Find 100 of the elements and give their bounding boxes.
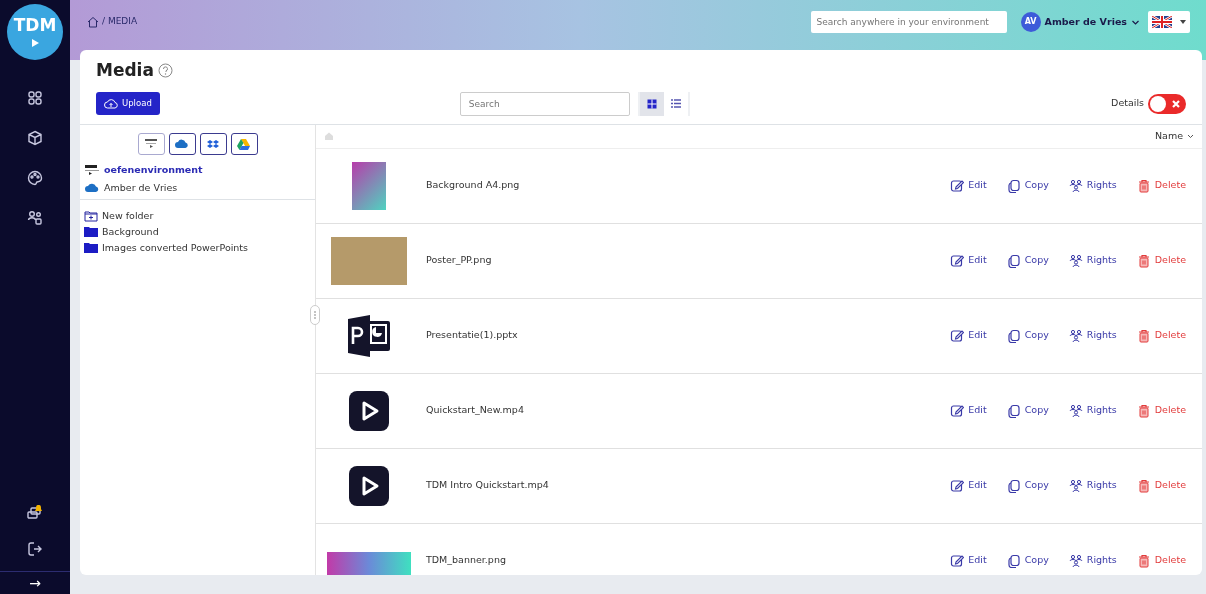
file-name: Background A4.png [426, 178, 520, 193]
tdm-logo-icon [143, 136, 159, 151]
delete-button[interactable]: Delete [1136, 328, 1186, 343]
people-icon [1068, 403, 1083, 418]
delete-button[interactable]: Delete [1136, 253, 1186, 268]
copy-button[interactable]: Copy [1006, 328, 1049, 343]
language-selector[interactable] [1148, 11, 1190, 33]
rights-button[interactable]: Rights [1068, 478, 1117, 493]
presentation-file-icon [345, 312, 392, 359]
cloud-upload-icon [104, 97, 118, 110]
trash-icon [1136, 403, 1151, 418]
breadcrumb[interactable]: / MEDIA [102, 15, 138, 29]
cloud-icon [84, 181, 100, 194]
edit-icon [950, 328, 965, 343]
delete-button[interactable]: Delete [1136, 178, 1186, 193]
rights-button[interactable]: Rights [1068, 178, 1117, 193]
cube-icon[interactable] [27, 130, 43, 146]
file-name: Poster_PP.png [426, 253, 492, 268]
edit-icon [950, 253, 965, 268]
edit-button[interactable]: Edit [950, 403, 987, 418]
folder-icon [84, 242, 98, 255]
copy-icon [1006, 553, 1021, 568]
grid-view-button[interactable] [639, 91, 664, 116]
storage-source-button[interactable] [199, 132, 227, 155]
notification-icon[interactable] [26, 503, 44, 521]
edit-icon [950, 178, 965, 193]
drive-icon [236, 136, 252, 151]
rights-button[interactable]: Rights [1068, 403, 1117, 418]
storage-source-button[interactable] [168, 132, 196, 155]
edit-icon [950, 403, 965, 418]
edit-button[interactable]: Edit [950, 478, 987, 493]
caret-icon [1180, 20, 1186, 24]
search-field[interactable]: Search anywhere in your environment [810, 11, 1007, 33]
storage-source-button[interactable] [137, 132, 165, 155]
user-menu[interactable]: AV Amber de Vries [1020, 12, 1140, 32]
folder-icon [84, 226, 98, 239]
resize-handle[interactable] [310, 304, 320, 325]
copy-button[interactable]: Copy [1006, 178, 1049, 193]
trash-icon [1136, 253, 1151, 268]
help-icon[interactable] [157, 63, 173, 79]
storage-source-button[interactable] [230, 132, 258, 155]
home-icon[interactable] [86, 15, 100, 29]
edit-button[interactable]: Edit [950, 253, 987, 268]
copy-icon [1006, 178, 1021, 193]
delete-button[interactable]: Delete [1136, 478, 1186, 493]
edit-button[interactable]: Edit [950, 328, 987, 343]
rights-button[interactable]: Rights [1068, 553, 1117, 568]
copy-icon [1006, 478, 1021, 493]
sort-dropdown[interactable]: Name [1154, 128, 1194, 144]
account-item[interactable]: oefenenvironment [84, 162, 311, 177]
folder-item[interactable]: Images converted PowerPoints [84, 240, 311, 257]
people-icon [1068, 328, 1083, 343]
image-thumbnail [351, 161, 386, 210]
trash-icon [1136, 553, 1151, 568]
delete-button[interactable]: Delete [1136, 553, 1186, 568]
close-icon [1171, 98, 1181, 109]
file-name: TDM Intro Quickstart.mp4 [426, 478, 549, 493]
copy-icon [1006, 328, 1021, 343]
delete-button[interactable]: Delete [1136, 403, 1186, 418]
edit-button[interactable]: Edit [950, 553, 987, 568]
trash-icon [1136, 328, 1151, 343]
trash-icon [1136, 178, 1151, 193]
copy-icon [1006, 253, 1021, 268]
file-name: TDM_banner.png [426, 553, 506, 568]
users-icon[interactable] [27, 210, 43, 226]
file-name: Presentatie(1).pptx [426, 328, 518, 343]
folder-item[interactable]: New folder [84, 208, 311, 225]
details-label: Details [1111, 96, 1144, 111]
flag-icon [1152, 16, 1172, 28]
logout-icon[interactable] [27, 541, 43, 557]
edit-icon [950, 553, 965, 568]
search-field[interactable]: Search [459, 91, 630, 116]
edit-button[interactable]: Edit [950, 178, 987, 193]
rights-button[interactable]: Rights [1068, 328, 1117, 343]
play-icon [30, 37, 40, 48]
people-icon [1068, 478, 1083, 493]
palette-icon[interactable] [27, 170, 43, 186]
people-icon [1068, 178, 1083, 193]
upload-button[interactable]: Upload [96, 92, 160, 116]
play-icon [348, 390, 389, 431]
tdm-logo-icon [84, 163, 100, 176]
apps-icon[interactable] [27, 90, 43, 106]
copy-button[interactable]: Copy [1006, 253, 1049, 268]
copy-button[interactable]: Copy [1006, 403, 1049, 418]
page-title: Media [96, 59, 154, 83]
trash-icon [1136, 478, 1151, 493]
grid-icon [646, 98, 657, 109]
edit-icon [950, 478, 965, 493]
chevron-icon [1187, 133, 1194, 139]
rights-button[interactable]: Rights [1068, 253, 1117, 268]
play-icon [348, 465, 389, 506]
details-toggle[interactable] [1148, 93, 1186, 114]
file-name: Quickstart_New.mp4 [426, 403, 524, 418]
copy-icon [1006, 403, 1021, 418]
copy-button[interactable]: Copy [1006, 478, 1049, 493]
people-icon [1068, 253, 1083, 268]
folder-item[interactable]: Background [84, 224, 311, 241]
list-icon [670, 99, 681, 109]
copy-button[interactable]: Copy [1006, 553, 1049, 568]
account-item[interactable]: Amber de Vries [84, 180, 311, 196]
